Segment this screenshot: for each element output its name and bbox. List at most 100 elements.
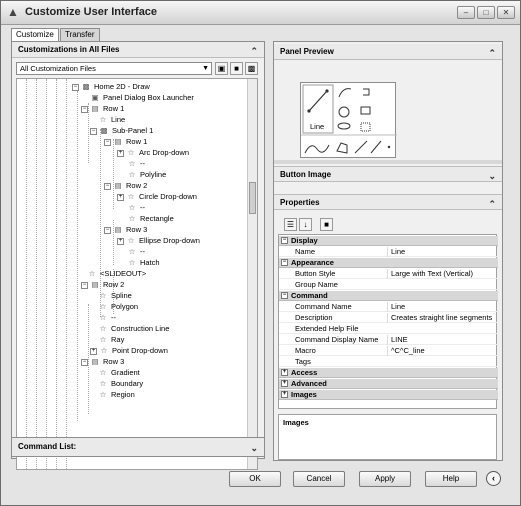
star-icon: ☆ — [99, 379, 107, 388]
property-category[interactable]: − Display — [279, 236, 498, 246]
customizations-tree[interactable]: − ▩ Home 2D - Draw ▣ Panel Dialog Box Launc… — [16, 78, 258, 470]
ok-button[interactable]: OK — [229, 471, 281, 487]
tree-node[interactable]: ☆ Spline — [98, 291, 132, 301]
property-row[interactable]: Tags — [279, 357, 498, 367]
property-category[interactable]: + Access — [279, 368, 498, 378]
properties-header[interactable]: Properties ⌃ — [274, 194, 502, 210]
save-as-icon[interactable]: ▩ — [245, 62, 258, 75]
customizations-panel: Customizations in All Files ⌃ All Custom… — [11, 41, 265, 470]
tree-node[interactable]: + ☆ Circle Drop-down — [117, 192, 197, 202]
star-icon: ☆ — [128, 203, 136, 212]
button-image-header[interactable]: Button Image ⌄ — [274, 166, 502, 182]
command-list-panel[interactable]: Command List: ⌄ — [11, 437, 265, 457]
tab-customize[interactable]: Customize — [11, 28, 59, 42]
star-icon: ☆ — [99, 115, 107, 124]
launcher-icon: ▣ — [91, 93, 99, 102]
tree-node[interactable]: − ▤ Row 3 — [81, 357, 124, 367]
star-icon: ☆ — [99, 302, 107, 311]
tree-node[interactable]: − ▩ Sub-Panel 1 — [90, 126, 153, 136]
circle-left-arrow-icon[interactable]: ‹ — [486, 471, 501, 486]
double-chevron-up-icon[interactable]: ⌃ — [488, 196, 496, 212]
tree-node[interactable]: ☆ Construction Line — [98, 324, 170, 334]
tree-node[interactable]: ☆ Region — [98, 390, 135, 400]
property-category[interactable]: − Appearance — [279, 258, 498, 268]
tree-node[interactable]: ☆ Line — [98, 115, 126, 125]
tree-node[interactable]: ☆ Ray — [98, 335, 125, 345]
command-list-header[interactable]: Command List: ⌄ — [12, 439, 264, 455]
splitter[interactable] — [274, 160, 502, 164]
tree-scroll-thumb[interactable] — [249, 182, 256, 214]
close-button[interactable]: ✕ — [497, 6, 515, 19]
customization-files-combo[interactable]: All Customization Files ▼ — [16, 62, 212, 75]
star-icon: ☆ — [128, 247, 136, 256]
row-icon: ▤ — [91, 280, 99, 289]
tree-node[interactable]: + ☆ Ellipse Drop-down — [117, 236, 200, 246]
star-icon: ☆ — [88, 269, 96, 278]
property-pages-icon[interactable]: ■ — [320, 218, 333, 231]
tree-node[interactable]: − ▤ Row 2 — [81, 280, 124, 290]
tree-node[interactable]: − ▤ Row 1 — [104, 137, 147, 147]
open-file-icon[interactable]: ▣ — [215, 62, 228, 75]
property-row[interactable]: Macro ^C^C_line — [279, 346, 498, 356]
save-icon[interactable]: ■ — [230, 62, 243, 75]
star-icon: ☆ — [128, 258, 136, 267]
tree-node[interactable]: ☆ Hatch — [127, 258, 160, 268]
sub-panel-icon: ▩ — [100, 126, 108, 135]
tree-node[interactable]: ☆ Polyline — [127, 170, 167, 180]
right-panel: Panel Preview ⌃ Line Button Image ⌄ Prop… — [273, 41, 503, 461]
double-chevron-down-icon[interactable]: ⌄ — [250, 440, 258, 456]
panel-preview[interactable]: Line — [300, 82, 397, 158]
categorized-sort-icon[interactable]: ☰ — [284, 218, 297, 231]
maximize-button[interactable]: □ — [477, 6, 495, 19]
star-icon: ☆ — [99, 368, 107, 377]
panel-preview-title: Panel Preview — [280, 47, 334, 56]
tree-node[interactable]: ☆ -- — [98, 313, 116, 323]
property-row[interactable]: Description Creates straight line segment… — [279, 313, 498, 323]
tree-node[interactable]: − ▤ Row 2 — [104, 181, 147, 191]
double-chevron-up-icon[interactable]: ⌃ — [250, 43, 258, 59]
tab-transfer[interactable]: Transfer — [60, 28, 100, 41]
property-row[interactable]: Command Name Line — [279, 302, 498, 312]
property-row[interactable]: Button Style Large with Text (Vertical) — [279, 269, 498, 279]
star-icon: ☆ — [99, 335, 107, 344]
double-chevron-down-icon[interactable]: ⌄ — [488, 168, 496, 184]
property-category[interactable]: − Command — [279, 291, 498, 301]
tree-node[interactable]: ▣ Panel Dialog Box Launcher — [90, 93, 193, 103]
tree-node[interactable]: − ▩ Home 2D - Draw — [72, 82, 150, 92]
star-icon: ☆ — [99, 313, 107, 322]
tree-node[interactable]: ☆ <SLIDEOUT> — [87, 269, 147, 279]
cancel-button[interactable]: Cancel — [293, 471, 345, 487]
help-button[interactable]: Help — [425, 471, 477, 487]
star-icon: ☆ — [128, 214, 136, 223]
properties-grid[interactable]: − Display Name Line − Appearance Button Sty… — [278, 234, 498, 409]
property-description: Images — [278, 414, 497, 460]
tree-node[interactable]: − ▤ Row 3 — [104, 225, 147, 235]
tree-node[interactable]: ☆ Rectangle — [127, 214, 174, 224]
property-row[interactable]: Extended Help File — [279, 324, 498, 334]
dropdown-icon: ☆ — [127, 236, 135, 245]
tree-scrollbar[interactable] — [247, 79, 257, 469]
property-category[interactable]: + Advanced — [279, 379, 498, 389]
tree-node[interactable]: ☆ -- — [127, 247, 145, 257]
property-category[interactable]: + Images — [279, 390, 498, 400]
star-icon: ☆ — [99, 390, 107, 399]
tree-node[interactable]: ☆ Boundary — [98, 379, 143, 389]
tree-node[interactable]: ☆ -- — [127, 159, 145, 169]
panel-preview-header[interactable]: Panel Preview ⌃ — [274, 44, 502, 60]
tree-node[interactable]: + ☆ Point Drop-down — [90, 346, 168, 356]
apply-button[interactable]: Apply — [359, 471, 411, 487]
property-row[interactable]: Group Name — [279, 280, 498, 290]
minimize-button[interactable]: – — [457, 6, 475, 19]
double-chevron-up-icon[interactable]: ⌃ — [488, 45, 496, 61]
tree-node[interactable]: ☆ -- — [127, 203, 145, 213]
tree-node[interactable]: ☆ Gradient — [98, 368, 140, 378]
customizations-header[interactable]: Customizations in All Files ⌃ — [12, 42, 264, 58]
tree-node[interactable]: ☆ Polygon — [98, 302, 138, 312]
tree-node[interactable]: − ▤ Row 1 — [81, 104, 124, 114]
alphabetical-sort-icon[interactable]: ↓ — [299, 218, 312, 231]
tree-node[interactable]: + ☆ Arc Drop-down — [117, 148, 189, 158]
panel-icon: ▩ — [82, 82, 90, 91]
property-row[interactable]: Name Line — [279, 247, 498, 257]
property-row[interactable]: Command Display Name LINE — [279, 335, 498, 345]
chevron-down-icon: ▼ — [202, 65, 209, 72]
